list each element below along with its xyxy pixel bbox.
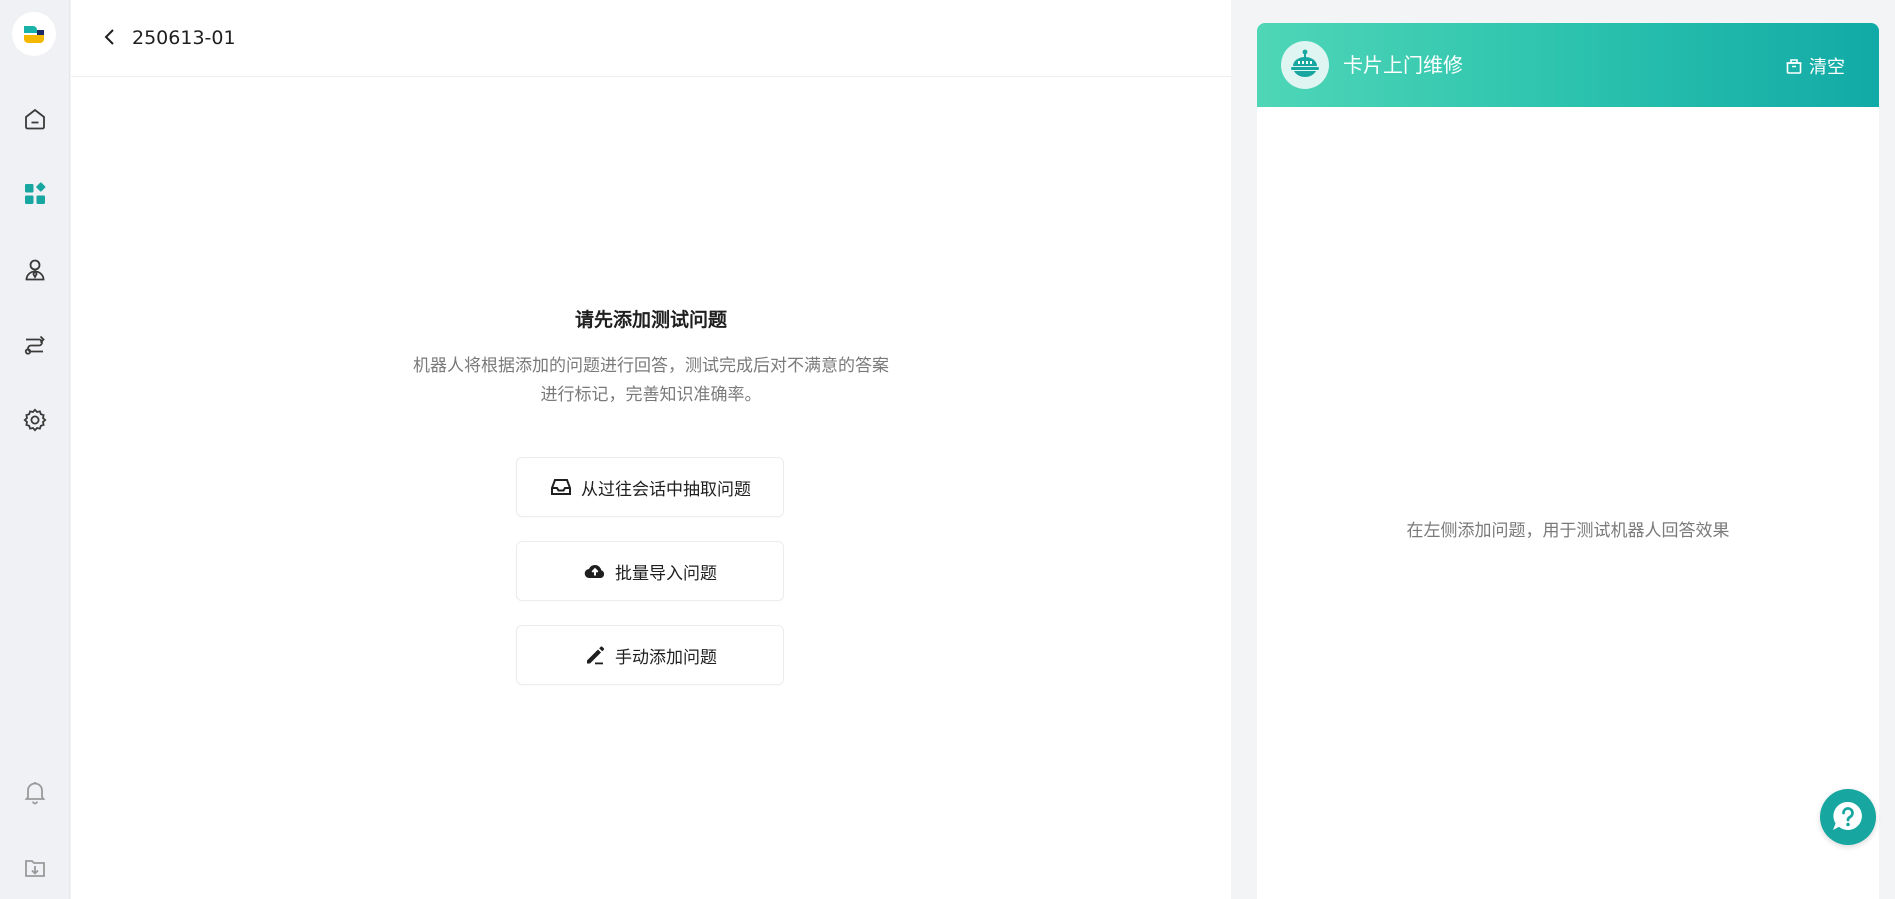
gear-icon [23,408,47,432]
help-chat-icon [1833,801,1862,830]
user-tie-icon [25,259,45,281]
route-icon [24,335,45,355]
home-icon [25,108,45,130]
empty-state-title: 请先添加测试问题 [574,309,727,331]
page-title: 250613-01 [132,27,236,49]
manual-add-label: 手动添加问题 [615,647,717,668]
empty-state-description-line1: 机器人将根据添加的问题进行回答，测试完成后对不满意的答案 [413,356,889,376]
extract-from-sessions-button[interactable]: 从过往会话中抽取问题 [516,457,784,517]
batch-import-button[interactable]: 批量导入问题 [516,541,784,601]
sidebar-item-settings[interactable] [17,402,53,438]
logo-icon [24,26,44,43]
batch-import-label: 批量导入问题 [615,563,717,584]
robot-icon [1291,49,1319,78]
sidebar-item-downloads[interactable] [17,850,53,886]
back-button[interactable] [99,26,121,48]
main-panel: 250613-01 请先添加测试问题 机器人将根据添加的问题进行回答，测试完成后… [71,0,1231,899]
sidebar-item-agents[interactable] [17,252,53,288]
cloud-upload-icon [583,559,607,583]
pen-icon [583,643,607,667]
clear-label: 清空 [1809,57,1845,78]
chat-header: 卡片上门维修 清空 [1257,23,1879,107]
bell-icon [24,782,46,805]
chat-panel: 卡片上门维修 清空 在左侧添加问题，用于测试机器人回答效果 [1257,23,1879,899]
trash-box-icon [1786,59,1802,74]
bot-avatar [1281,41,1329,89]
inbox-icon [549,475,573,499]
sidebar-item-flow[interactable] [17,328,53,364]
page-header: 250613-01 [71,0,1231,77]
chevron-left-icon [104,29,114,45]
chat-title: 卡片上门维修 [1343,53,1463,77]
app-logo[interactable] [12,12,56,56]
chat-empty-text: 在左侧添加问题，用于测试机器人回答效果 [1406,521,1730,541]
clear-button[interactable]: 清空 [1785,53,1845,79]
sidebar-item-apps[interactable] [17,176,53,212]
nav-rail [0,0,70,899]
download-icon [25,860,45,877]
empty-state-description: 机器人将根据添加的问题进行回答，测试完成后对不满意的答案 进行标记，完善知识准确… [401,352,901,410]
apps-icon [25,182,46,204]
sidebar-item-home[interactable] [17,101,53,137]
extract-from-sessions-label: 从过往会话中抽取问题 [581,479,751,500]
help-button[interactable] [1820,789,1876,845]
sidebar-item-notifications[interactable] [17,774,53,810]
manual-add-button[interactable]: 手动添加问题 [516,625,784,685]
empty-state-description-line2: 进行标记，完善知识准确率。 [540,385,762,405]
